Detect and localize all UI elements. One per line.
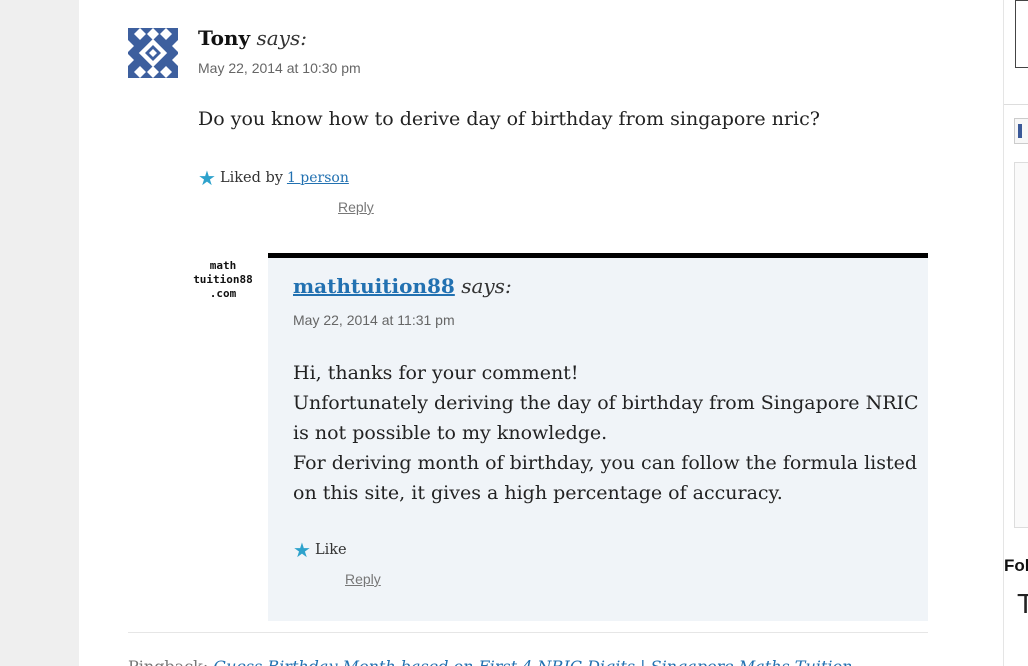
says-label: says: xyxy=(461,274,512,298)
sidebar: Fol T xyxy=(1003,0,1028,666)
comment-text: Do you know how to derive day of birthda… xyxy=(198,108,820,130)
comment-paragraph: Hi, thanks for your comment! xyxy=(293,362,579,384)
likes-widget: ★ Liked by 1 person xyxy=(198,168,349,188)
comment-date[interactable]: May 22, 2014 at 10:30 pm xyxy=(198,60,361,76)
liked-by-link[interactable]: 1 person xyxy=(287,170,349,186)
sidebar-widget-box xyxy=(1015,0,1028,68)
avatar-line: .com xyxy=(209,287,237,300)
reply-comment: mathtuition88 says: May 22, 2014 at 11:3… xyxy=(268,253,928,621)
like-label[interactable]: Like xyxy=(315,542,347,558)
sidebar-widget-panel xyxy=(1014,162,1028,528)
sidebar-heading: Fol xyxy=(1004,556,1028,575)
divider xyxy=(128,632,928,633)
left-gutter xyxy=(0,0,79,666)
comment-paragraph: Unfortunately deriving the day of birthd… xyxy=(293,392,919,444)
says-label: says: xyxy=(256,26,307,50)
sidebar-letter: T xyxy=(1017,588,1028,619)
like-widget[interactable]: ★ Like xyxy=(293,540,347,560)
pingback: Pingback: Guess Birthday Month based on … xyxy=(128,657,852,666)
comment-paragraph: For deriving month of birthday, you can … xyxy=(293,452,918,504)
reply-link[interactable]: Reply xyxy=(345,571,381,587)
comment-author-link[interactable]: mathtuition88 xyxy=(293,274,455,298)
liked-by-label: Liked by xyxy=(219,170,283,186)
star-icon[interactable]: ★ xyxy=(198,168,216,188)
identicon-avatar xyxy=(128,28,178,78)
avatar-line: math xyxy=(209,259,237,272)
comments-area: Tony says: May 22, 2014 at 10:30 pm Do y… xyxy=(79,0,1003,666)
avatar-line: tuition88 xyxy=(193,273,253,286)
pingback-link[interactable]: Guess Birthday Month based on First 4 NR… xyxy=(213,657,852,666)
comment-text: Hi, thanks for your comment! Unfortunate… xyxy=(293,358,923,508)
reply-link[interactable]: Reply xyxy=(338,199,374,215)
pingback-label: Pingback: xyxy=(128,657,208,666)
comment-author-name: Tony xyxy=(198,26,251,50)
sidebar-divider xyxy=(1004,104,1028,105)
mathtuition-avatar: math tuition88 .com xyxy=(193,259,253,301)
comment-author-line: Tony says: xyxy=(198,26,307,50)
star-icon[interactable]: ★ xyxy=(293,540,311,560)
facebook-like-button[interactable] xyxy=(1014,118,1028,144)
comment-author-line: mathtuition88 says: xyxy=(293,274,512,298)
comment-date[interactable]: May 22, 2014 at 11:31 pm xyxy=(293,312,455,328)
